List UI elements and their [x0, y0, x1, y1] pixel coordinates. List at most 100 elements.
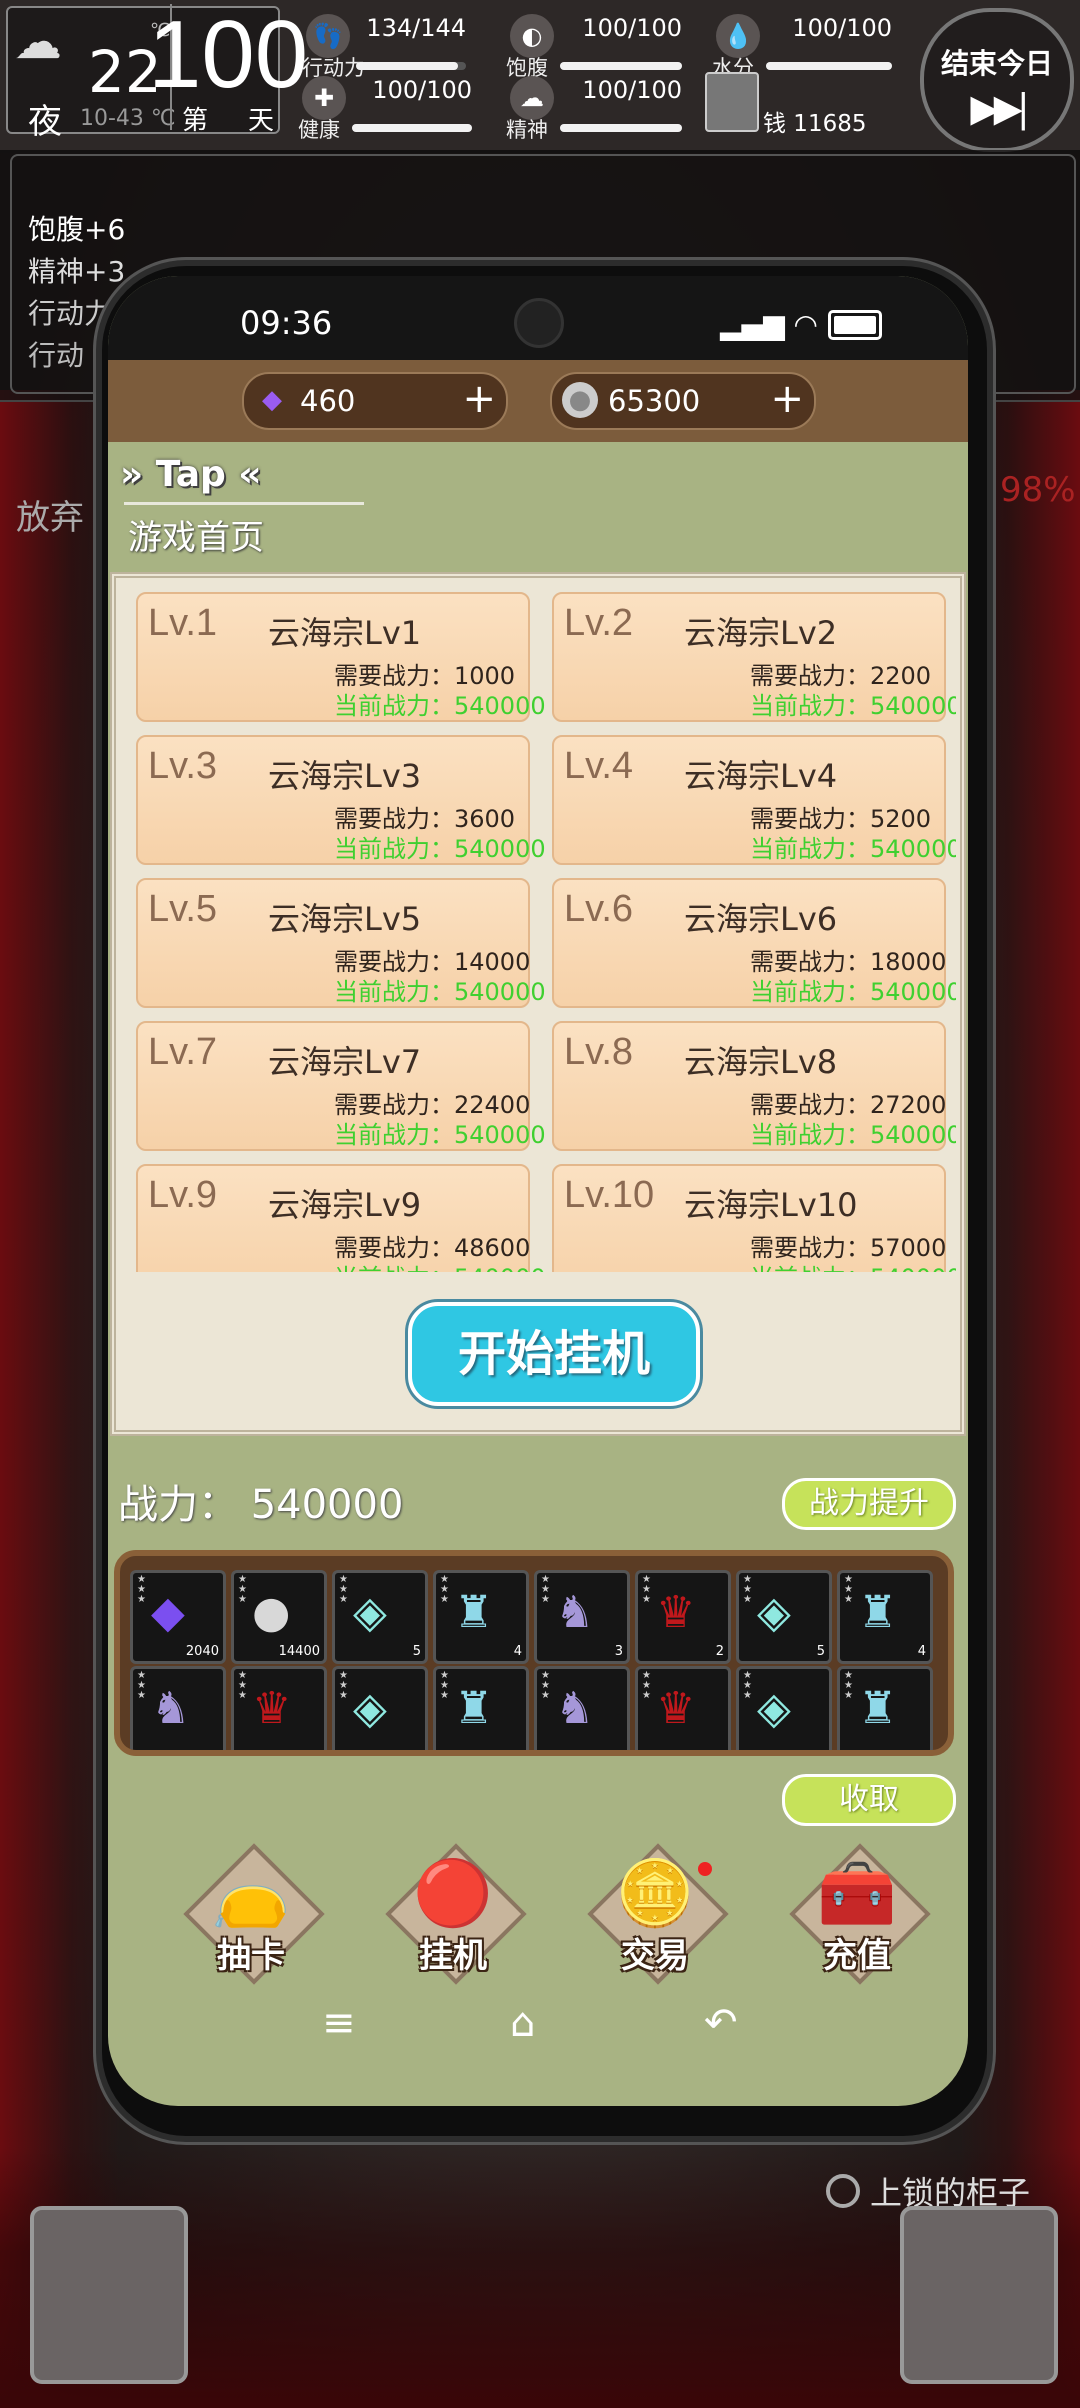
current-power: 当前战力：540000 — [334, 1258, 546, 1272]
level-card[interactable]: Lv.8 云海宗Lv8 需要战力：27200 当前战力：540000 — [552, 1021, 956, 1151]
level-number: Lv.10 — [564, 1174, 655, 1216]
item-count: 3 — [614, 1644, 623, 1659]
currency-bar: ◆ 460 + ● 65300 + — [108, 360, 968, 442]
inventory-slot[interactable]: ★ ★ ★ ◈ — [736, 1666, 832, 1750]
level-card[interactable]: Lv.7 云海宗Lv7 需要战力：22400 当前战力：540000 — [136, 1021, 546, 1151]
time-of-day: 夜 — [28, 102, 62, 142]
stat-action-points: 👣 行动力 134/144 — [302, 14, 466, 80]
inventory-slot[interactable]: ★ ★ ★ ♞ — [534, 1666, 630, 1750]
rarity-stars: ★ ★ ★ — [440, 1574, 449, 1605]
inventory-slot[interactable]: ★ ★ ★ ◈ 5 — [332, 1570, 428, 1664]
nav-label: 交易 — [621, 1936, 689, 1976]
end-day-button[interactable]: 结束今日 ▶▶| — [920, 8, 1074, 152]
level-number: Lv.1 — [148, 602, 218, 644]
tap-logo: » Tap « — [120, 454, 262, 495]
inventory-slot[interactable]: ★ ★ ★ ♞ — [130, 1666, 226, 1750]
current-power: 当前战力：540000 — [334, 978, 546, 1006]
inventory-slot[interactable]: ★ ★ ★ ♞ 3 — [534, 1570, 630, 1664]
stat-value: 100/100 — [582, 76, 682, 104]
rarity-stars: ★ ★ ★ — [642, 1574, 651, 1605]
battery-icon — [828, 310, 882, 340]
level-number: Lv.2 — [564, 602, 634, 644]
end-day-label: 结束今日 — [940, 47, 1053, 80]
stat-value: 100/100 — [792, 14, 892, 42]
inventory-slot[interactable]: ★ ★ ★ ♜ — [837, 1666, 933, 1750]
level-name: 云海宗Lv1 — [268, 614, 422, 652]
progress-percent: 98% — [1000, 470, 1076, 510]
backpack-button[interactable] — [30, 2206, 188, 2384]
level-card[interactable]: Lv.1 云海宗Lv1 需要战力：1000 当前战力：540000 — [136, 592, 546, 722]
rarity-stars: ★ ★ ★ — [339, 1670, 348, 1701]
red-orb-icon: 🔴 — [413, 1857, 493, 1931]
inventory-slot[interactable]: ★ ★ ★ ♛ 2 — [635, 1570, 731, 1664]
nav-gacha[interactable]: 👝 抽卡 — [183, 1843, 325, 1985]
rarity-stars: ★ ★ ★ — [642, 1670, 651, 1701]
add-coins-button[interactable]: + — [770, 376, 804, 422]
fast-forward-icon: ▶▶| — [970, 86, 1029, 130]
nav-label: 抽卡 — [217, 1936, 285, 1976]
status-time: 09:36 — [240, 304, 333, 342]
rarity-stars: ★ ★ ★ — [137, 1670, 146, 1701]
signal-wifi-icon: ▂▄▆ ◠ — [720, 308, 818, 341]
rarity-stars: ★ ★ ★ — [541, 1574, 550, 1605]
inventory-slot[interactable]: ★ ★ ★ ♛ — [231, 1666, 327, 1750]
start-idle-button[interactable]: 开始挂机 — [408, 1302, 700, 1406]
dragon-icon: ♞ — [555, 1683, 595, 1734]
robe-icon: ♜ — [454, 1683, 494, 1734]
inventory-slot[interactable]: ★ ★ ★ ♜ — [433, 1666, 529, 1750]
inventory-slot[interactable]: ★ ★ ★ ♛ — [635, 1666, 731, 1750]
level-number: Lv.7 — [148, 1031, 218, 1073]
stat-label: 健康 — [298, 118, 340, 142]
level-card[interactable]: Lv.2 云海宗Lv2 需要战力：2200 当前战力：540000 — [552, 592, 956, 722]
level-number: Lv.4 — [564, 745, 634, 787]
add-gems-button[interactable]: + — [462, 376, 496, 422]
status-bar: 09:36 ▂▄▆ ◠ — [108, 276, 968, 360]
level-card[interactable]: Lv.4 云海宗Lv4 需要战力：5200 当前战力：540000 — [552, 735, 956, 865]
give-up-button[interactable]: 放弃 — [16, 490, 84, 539]
rarity-stars: ★ ★ ★ — [238, 1574, 247, 1605]
level-name: 云海宗Lv9 — [268, 1186, 422, 1224]
rarity-stars: ★ ★ ★ — [238, 1670, 247, 1701]
level-card[interactable]: Lv.3 云海宗Lv3 需要战力：3600 当前战力：540000 — [136, 735, 546, 865]
item-count: 5 — [816, 1644, 825, 1659]
gem-amount: 460 — [300, 384, 356, 418]
rarity-stars: ★ ★ ★ — [844, 1574, 853, 1605]
inventory-slot[interactable]: ★ ★ ★ ◈ 5 — [736, 1570, 832, 1664]
level-name: 云海宗Lv2 — [684, 614, 838, 652]
inventory-slot[interactable]: ★ ★ ★ ◆ 2040 — [130, 1570, 226, 1664]
stat-bar — [560, 124, 682, 132]
back-icon[interactable]: ↶ — [704, 2000, 738, 2046]
inventory-slot[interactable]: ★ ★ ★ ◈ — [332, 1666, 428, 1750]
item-count: 5 — [412, 1644, 421, 1659]
level-number: Lv.5 — [148, 888, 218, 930]
level-card[interactable]: Lv.9 云海宗Lv9 需要战力：48600 当前战力：540000 — [136, 1164, 546, 1272]
map-button[interactable] — [900, 2206, 1058, 2384]
stat-bar — [766, 62, 892, 70]
inventory-slot[interactable]: ★ ★ ★ ♜ 4 — [837, 1570, 933, 1664]
nav-trade[interactable]: 🪙 交易 — [587, 1843, 729, 1985]
power-up-button[interactable]: 战力提升 — [782, 1478, 956, 1530]
inventory-slot[interactable]: ★ ★ ★ ● 14400 — [231, 1570, 327, 1664]
rain-cloud-icon: ☁ — [14, 14, 62, 70]
nav-recharge[interactable]: 🧰 充值 — [789, 1843, 931, 1985]
collect-button[interactable]: 收取 — [782, 1774, 956, 1826]
event-line: 行动 — [28, 339, 85, 372]
nav-idle[interactable]: 🔴 挂机 — [385, 1843, 527, 1985]
inventory-slot[interactable]: ★ ★ ★ ♜ 4 — [433, 1570, 529, 1664]
rarity-stars: ★ ★ ★ — [743, 1670, 752, 1701]
level-card[interactable]: Lv.5 云海宗Lv5 需要战力：14000 当前战力：540000 — [136, 878, 546, 1008]
level-card[interactable]: Lv.6 云海宗Lv6 需要战力：18000 当前战力：540000 — [552, 878, 956, 1008]
camera-icon — [514, 298, 564, 348]
menu-icon[interactable]: ≡ — [322, 2000, 356, 2046]
home-icon[interactable]: ⌂ — [510, 2000, 535, 2046]
current-power: 当前战力：540000 — [750, 1121, 956, 1149]
item-count: 2 — [715, 1644, 724, 1659]
level-name: 云海宗Lv7 — [268, 1043, 422, 1081]
level-name: 云海宗Lv8 — [684, 1043, 838, 1081]
silver-coin-icon: ● — [562, 382, 598, 418]
level-card[interactable]: Lv.10 云海宗Lv10 需要战力：57000 当前战力：540000 — [552, 1164, 956, 1272]
current-power: 当前战力：540000 — [334, 835, 546, 863]
combat-power: 战力： 540000 — [118, 1482, 404, 1528]
crystal-icon: ◈ — [757, 1587, 791, 1638]
item-count: 4 — [513, 1644, 522, 1659]
